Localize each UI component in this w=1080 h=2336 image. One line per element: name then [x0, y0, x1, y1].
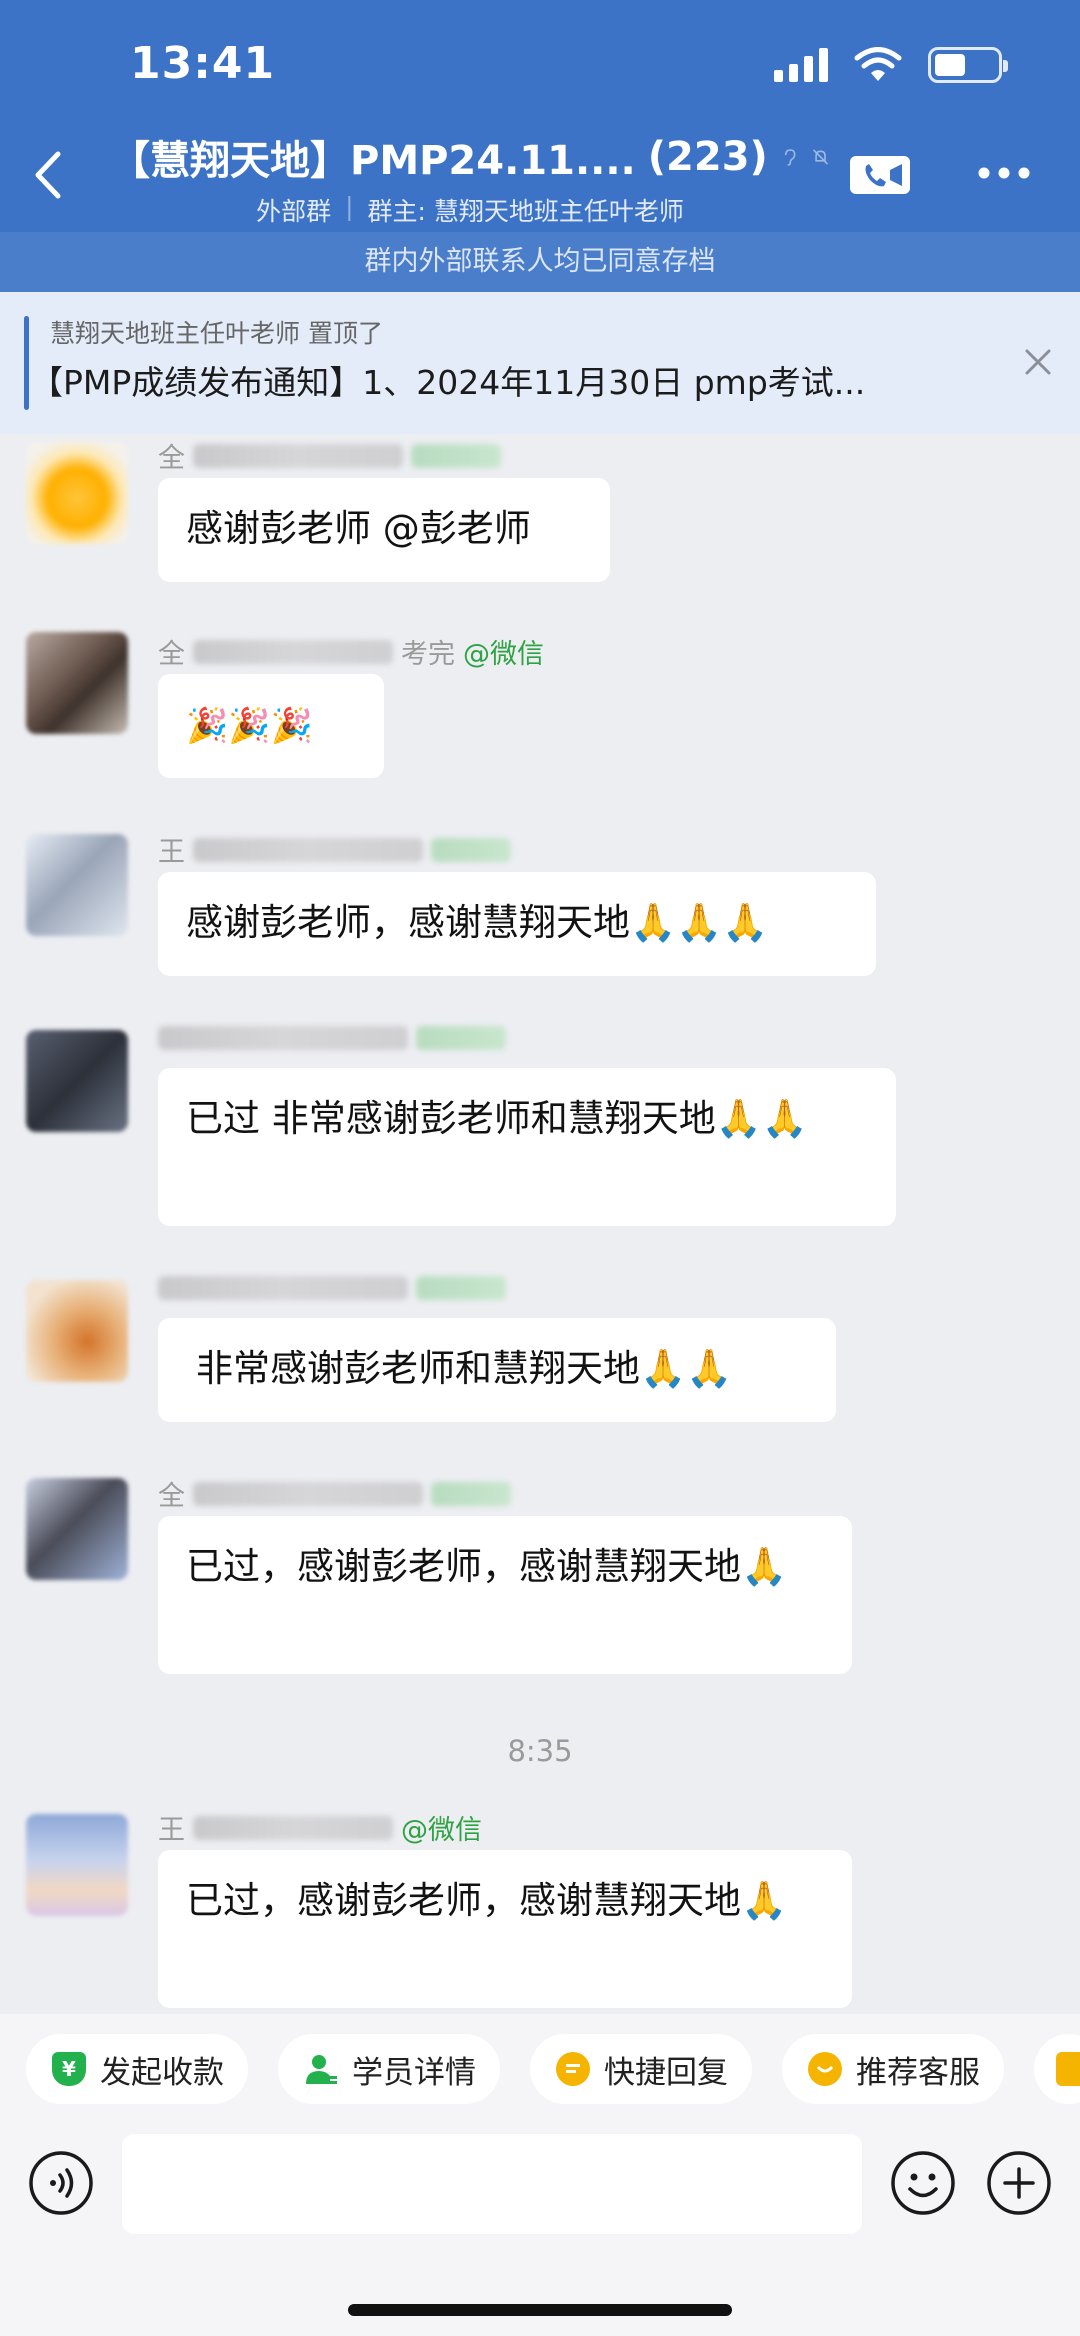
student-details-button[interactable]: 学员详情 — [278, 2034, 500, 2104]
status-time: 13:41 — [130, 38, 276, 89]
avatar[interactable] — [26, 1478, 128, 1580]
battery-icon — [928, 47, 1008, 83]
chat-title-area[interactable]: 【慧翔天地】PMP24.11.... (223) 外部群 | 群主: 慧翔天地班… — [110, 128, 830, 228]
more-options-icon[interactable] — [976, 156, 1032, 190]
quick-reply-button[interactable]: 快捷回复 — [530, 2034, 752, 2104]
pinned-by-label: 慧翔天地班主任叶老师 置顶了 — [50, 319, 383, 348]
note-icon — [1056, 2052, 1080, 2086]
mute-bell-icon — [812, 149, 829, 165]
sender-name — [158, 1026, 506, 1050]
recommend-service-icon — [808, 2052, 842, 2086]
sender-name: 王 @微信 — [158, 1815, 482, 1846]
message-bubble[interactable]: 非常感谢彭老师和慧翔天地🙏🙏 — [158, 1318, 836, 1422]
start-payment-button[interactable]: ¥ 发起收款 — [26, 2034, 248, 2104]
sender-name: 全 — [158, 436, 501, 475]
sender-name: 王 — [158, 830, 511, 869]
back-button[interactable] — [26, 148, 72, 202]
status-icons — [774, 42, 1008, 88]
chat-header: 13:41 【慧翔天地】PMP24.11.... (223) 外部群 | 群主:… — [0, 0, 1080, 232]
message-text-input[interactable] — [122, 2134, 862, 2234]
message-bubble[interactable]: 已过，感谢彭老师，感谢慧翔天地🙏 — [158, 1850, 852, 2008]
avatar[interactable] — [26, 632, 128, 734]
home-indicator — [348, 2304, 732, 2316]
message-bubble[interactable]: 已过 非常感谢彭老师和慧翔天地🙏🙏 — [158, 1068, 896, 1226]
close-icon[interactable] — [1020, 344, 1056, 380]
message-bubble[interactable]: 已过，感谢彭老师，感谢慧翔天地🙏 — [158, 1516, 852, 1674]
message-bubble[interactable]: 🎉🎉🎉 — [158, 674, 384, 778]
group-type-label: 外部群 — [256, 197, 332, 226]
quick-action-bar: ¥ 发起收款 学员详情 快捷回复 推荐客服 — [0, 2014, 1080, 2122]
emoji-icon[interactable] — [890, 2150, 956, 2216]
pinned-accent-bar — [24, 316, 29, 410]
message-bubble[interactable]: 感谢彭老师 @彭老师 — [158, 478, 610, 582]
message-bubble[interactable]: 感谢彭老师，感谢慧翔天地🙏🙏🙏 — [158, 872, 876, 976]
more-quick-action-button[interactable] — [1034, 2034, 1080, 2104]
pinned-message-text: 【PMP成绩发布通知】1、2024年11月30日 pmp考试... — [30, 363, 866, 402]
avatar[interactable] — [26, 1280, 128, 1382]
video-call-icon[interactable] — [848, 150, 912, 198]
avatar[interactable] — [26, 1814, 128, 1916]
sender-name — [158, 1276, 506, 1300]
quick-reply-icon — [556, 2052, 590, 2086]
plus-icon[interactable] — [986, 2150, 1052, 2216]
yuan-shield-icon: ¥ — [52, 2052, 86, 2086]
pinned-message-banner[interactable]: 慧翔天地班主任叶老师 置顶了 【PMP成绩发布通知】1、2024年11月30日 … — [0, 292, 1080, 434]
member-count: (223) — [647, 134, 768, 180]
voice-input-icon[interactable] — [28, 2150, 94, 2216]
cellular-signal-icon — [774, 48, 828, 82]
recommend-service-button[interactable]: 推荐客服 — [782, 2034, 1004, 2104]
group-owner-label: 群主: 慧翔天地班主任叶老师 — [367, 197, 684, 226]
archive-notice: 群内外部联系人均已同意存档 — [0, 232, 1080, 292]
sender-name: 全 — [158, 1474, 511, 1513]
time-separator: 8:35 — [507, 1734, 573, 1768]
group-title: 【慧翔天地】PMP24.11.... — [110, 138, 636, 184]
avatar[interactable] — [26, 834, 128, 936]
sender-name: 全 考完 @微信 — [158, 639, 544, 670]
avatar[interactable] — [26, 442, 128, 544]
wifi-icon — [854, 47, 902, 81]
user-card-icon — [304, 2052, 338, 2086]
avatar[interactable] — [26, 1030, 128, 1132]
ear-icon — [784, 149, 796, 166]
message-list[interactable]: 全 感谢彭老师 @彭老师 全 考完 @微信 🎉🎉🎉 王 感谢彭老师，感谢慧翔天地… — [0, 434, 1080, 2014]
